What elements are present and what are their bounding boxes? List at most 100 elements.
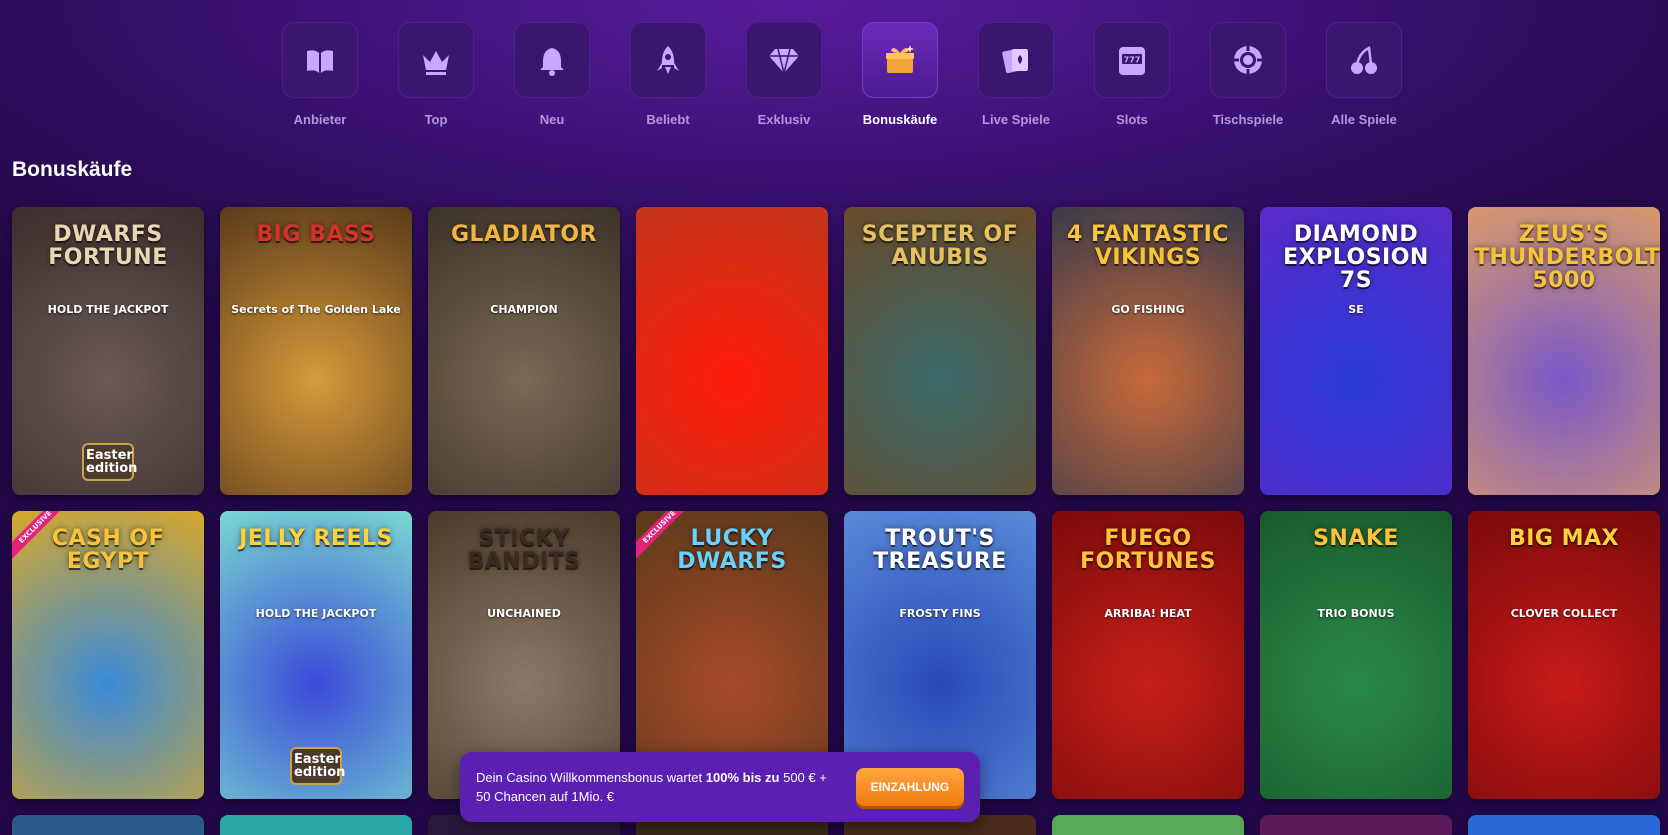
game-artwork [428,207,620,495]
nav-item-bonuskäufe[interactable]: Bonuskäufe [862,22,938,127]
game-tile[interactable] [1260,815,1452,835]
cards-icon [1002,48,1028,74]
game-title: Lucky Dwarfs [677,526,787,575]
game-tile[interactable]: Jelly Reels HOLD THE JACKPOT Easter editio… [220,511,412,799]
edition-badge: Easter edition [82,443,137,481]
game-title: Gladiator [450,222,598,247]
nav-label: Tischspiele [1212,112,1284,127]
crown-icon [423,51,449,75]
game-title: Jelly Reels [239,526,393,551]
game-title: Diamond Explosion 7s [1283,222,1429,294]
game-tile[interactable]: Gladiator CHAMPION [428,207,620,495]
nav-icon-tile [746,22,822,98]
nav-item-slots[interactable]: 777 Slots [1094,22,1170,127]
promo-text: Dein Casino Willkommensbonus wartet 100%… [476,768,830,806]
nav-item-neu[interactable]: Neu [514,22,590,127]
game-tile[interactable]: Cash of Egypt EXCLUSIVE [12,511,204,799]
nav-icon-tile [282,22,358,98]
game-subtitle: HOLD THE JACKPOT [47,303,169,316]
svg-text:777: 777 [1124,56,1141,65]
game-subtitle: GO FISHING [1111,303,1185,316]
game-title: Cash of Egypt [51,526,165,575]
chip-icon [1234,46,1262,74]
nav-label: Live Spiele [982,112,1050,127]
nav-icon-tile [978,22,1054,98]
nav-label: Anbieter [293,112,347,127]
nav-item-top[interactable]: Top [398,22,474,127]
game-tile[interactable]: Big Bass Secrets of The Golden Lake [220,207,412,495]
section-title: Bonuskäufe [12,158,133,181]
nav-label: Exklusiv [757,112,811,127]
game-tile[interactable]: Zeus's Thunderbolt 5000 [1468,207,1660,495]
nav-label: Top [424,112,448,127]
game-subtitle: CHAMPION [490,303,558,316]
nav-item-alle-spiele[interactable]: Alle Spiele [1326,22,1402,127]
game-tile[interactable]: Big Max CLOVER COLLECT [1468,511,1660,799]
game-subtitle: CLOVER COLLECT [1510,607,1618,620]
game-subtitle: Secrets of The Golden Lake [231,303,401,316]
nav-label: Slots [1116,112,1148,127]
nav-item-anbieter[interactable]: Anbieter [282,22,358,127]
game-tile[interactable]: Snake TRIO BONUS [1260,511,1452,799]
game-artwork [1260,511,1452,799]
nav-item-exklusiv[interactable]: Exklusiv [746,22,822,127]
nav-label: Bonuskäufe [862,112,938,127]
nav-icon-tile [1210,22,1286,98]
nav-icon-tile [398,22,474,98]
gift-icon [886,45,914,73]
nav-icon-tile [630,22,706,98]
game-grid: Dwarfs Fortune HOLD THE JACKPOT Easter edi… [12,207,1660,835]
game-title: Scepter of Anubis [861,222,1019,271]
game-subtitle: UNCHAINED [487,607,561,620]
game-subtitle: FROSTY FINS [899,607,981,620]
nav-icon-tile [1326,22,1402,98]
game-artwork [220,207,412,495]
game-title: Big Max [1508,526,1620,551]
game-tile[interactable] [220,815,412,835]
deposit-button[interactable]: EINZAHLUNG [855,768,964,806]
game-tile[interactable]: Fuego Fortunes ARRIBA! HEAT [1052,511,1244,799]
game-artwork [12,815,204,835]
nav-label: Beliebt [646,112,690,127]
game-tile[interactable] [1468,815,1660,835]
slot-machine-icon: 777 [1119,47,1145,75]
promo-text-prefix: Dein Casino Willkommensbonus wartet [476,770,706,785]
game-title: Dwarfs Fortune [48,222,168,271]
game-tile[interactable] [12,815,204,835]
game-title: 4 Fantastic Vikings [1067,222,1229,271]
bell-icon [540,48,564,76]
rocket-icon [657,46,679,74]
nav-item-live-spiele[interactable]: Live Spiele [978,22,1054,127]
nav-label: Neu [539,112,565,127]
nav-icon-tile [514,22,590,98]
nav-item-tischspiele[interactable]: Tischspiele [1210,22,1286,127]
game-subtitle: SE [1348,303,1364,316]
game-artwork [1468,815,1660,835]
book-icon [307,50,333,73]
promo-text-bold: 100% bis zu [705,770,780,785]
nav-item-beliebt[interactable]: Beliebt [630,22,706,127]
game-tile[interactable] [1052,815,1244,835]
game-title: Fuego Fortunes [1080,526,1216,575]
game-artwork [220,815,412,835]
game-artwork [1052,815,1244,835]
game-tile[interactable]: Dwarfs Fortune HOLD THE JACKPOT Easter edi… [12,207,204,495]
game-artwork [636,207,828,495]
edition-badge: Easter edition [290,747,345,785]
game-tile[interactable] [636,207,828,495]
game-title: Big Bass [256,222,376,247]
game-title: Trout's Treasure [873,526,1007,575]
game-tile[interactable]: Scepter of Anubis [844,207,1036,495]
game-title: Zeus's Thunderbolt 5000 [1474,222,1660,294]
game-tile[interactable]: Diamond Explosion 7s SE [1260,207,1452,495]
game-title: Sticky Bandits [467,526,581,575]
cherries-icon [1351,46,1377,74]
game-tile[interactable]: 4 Fantastic Vikings GO FISHING [1052,207,1244,495]
game-subtitle: TRIO BONUS [1317,607,1395,620]
game-subtitle: ARRIBA! HEAT [1104,607,1192,620]
nav-label: Alle Spiele [1331,112,1397,127]
diamond-icon [769,48,799,74]
game-subtitle: HOLD THE JACKPOT [255,607,377,620]
game-artwork [1468,511,1660,799]
welcome-bonus-banner: Dein Casino Willkommensbonus wartet 100%… [460,752,980,822]
